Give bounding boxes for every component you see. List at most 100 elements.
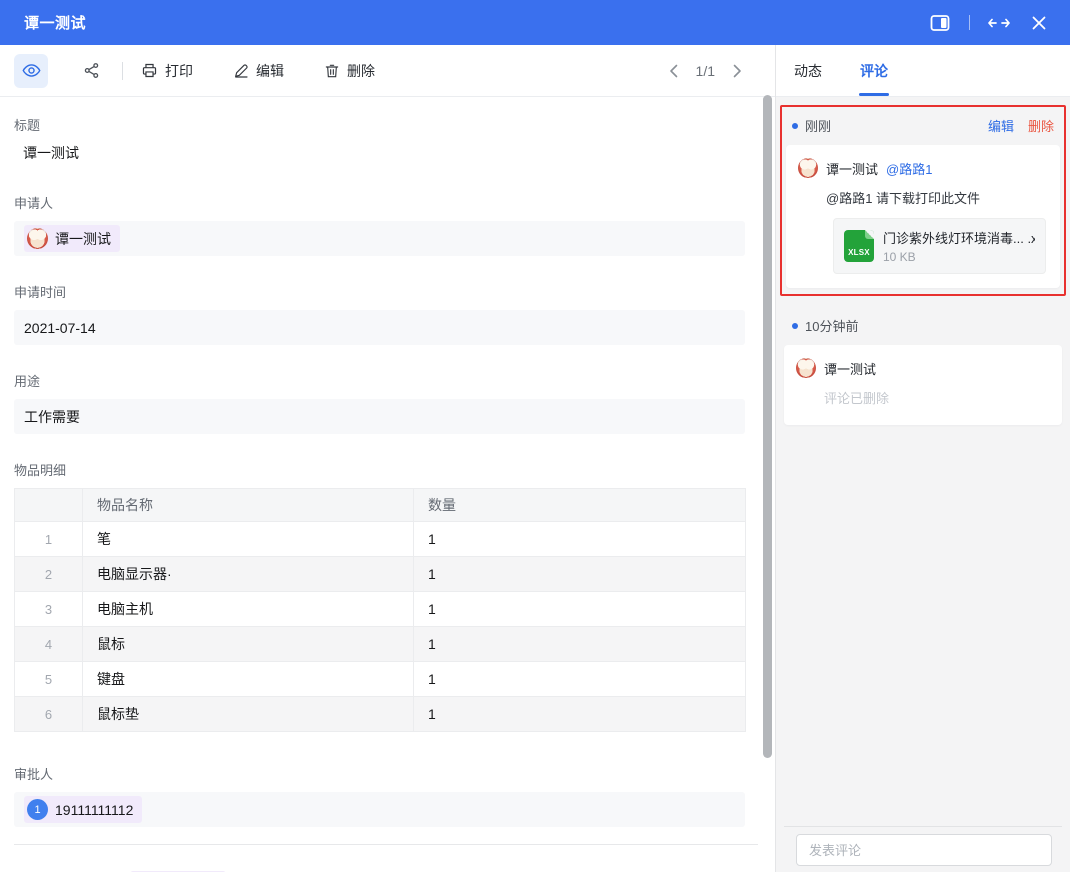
row-index: 6	[15, 697, 83, 732]
row-index: 4	[15, 627, 83, 662]
timeline-dot-icon	[792, 123, 798, 129]
comment-card: 谭一测试 评论已删除	[784, 345, 1062, 425]
pencil-icon	[233, 63, 249, 79]
expand-horizontal-icon[interactable]	[988, 12, 1010, 34]
items-table-header-row: 物品名称 数量	[15, 489, 746, 522]
comments-list: 刚刚 编辑 删除 谭一测试 @路路1 @路路1 请下载打印此文件	[776, 97, 1070, 826]
comments-sidebar: 动态 评论 刚刚 编辑 删除	[775, 45, 1070, 872]
items-table-label: 物品明细	[14, 460, 745, 479]
attachment-filename: 门诊紫外线灯环境消毒... .xlsx	[883, 228, 1035, 247]
comment-input[interactable]	[796, 834, 1052, 866]
field-label-date: 申请时间	[14, 282, 745, 301]
comment-header: 10分钟前	[784, 310, 1062, 341]
cell-quantity: 1	[414, 697, 746, 732]
comment-edit-link[interactable]: 编辑	[988, 116, 1014, 135]
comment-deleted-text: 评论已删除	[824, 388, 1050, 407]
cell-item-name: 电脑主机	[83, 592, 414, 627]
comment-composer	[784, 826, 1062, 872]
cell-quantity: 1	[414, 662, 746, 697]
print-label: 打印	[165, 61, 193, 81]
field-label-applicant: 申请人	[14, 193, 745, 212]
attachment-filesize: 10 KB	[883, 250, 1035, 264]
cell-quantity: 1	[414, 627, 746, 662]
comment-header: 刚刚 编辑 删除	[782, 107, 1064, 141]
items-table: 物品名称 数量 1 笔 1 2 电脑显示器· 1	[14, 488, 746, 732]
comment-card: 谭一测试 @路路1 @路路1 请下载打印此文件 XLSX 门诊紫外线灯环境消毒.…	[786, 145, 1060, 288]
prev-page-icon[interactable]	[666, 63, 682, 79]
comment-author: 谭一测试	[826, 159, 878, 178]
preview-button[interactable]	[14, 54, 48, 88]
cell-quantity: 1	[414, 557, 746, 592]
attachment-card[interactable]: XLSX 门诊紫外线灯环境消毒... .xlsx 10 KB	[833, 218, 1046, 274]
pagination: 1/1	[666, 63, 745, 79]
field-label-approver: 审批人	[14, 764, 745, 783]
print-button[interactable]: 打印	[141, 61, 193, 81]
edit-button[interactable]: 编辑	[233, 61, 284, 81]
window-title: 谭一测试	[24, 12, 86, 33]
row-index: 3	[15, 592, 83, 627]
printer-icon	[141, 62, 158, 79]
table-row: 4 鼠标 1	[15, 627, 746, 662]
xlsx-file-icon: XLSX	[844, 230, 874, 262]
header-quantity: 数量	[414, 489, 746, 522]
side-panel-toggle-icon[interactable]	[929, 12, 951, 34]
trash-icon	[324, 63, 340, 79]
share-icon	[83, 62, 100, 79]
timeline-dot-icon	[792, 323, 798, 329]
avatar	[796, 358, 816, 378]
vertical-scrollbar[interactable]	[763, 95, 772, 758]
field-value-purpose: 工作需要	[14, 399, 745, 434]
document-toolbar: 打印 编辑	[0, 45, 775, 97]
toolbar-divider	[122, 62, 123, 80]
delete-label: 删除	[347, 61, 375, 81]
table-row: 5 键盘 1	[15, 662, 746, 697]
header-index	[15, 489, 83, 522]
approver-chip[interactable]: 1 19111111112	[24, 796, 142, 823]
tab-activity[interactable]: 动态	[794, 45, 822, 96]
cell-quantity: 1	[414, 522, 746, 557]
avatar	[798, 158, 818, 178]
comment-delete-link[interactable]: 删除	[1028, 116, 1054, 135]
next-page-icon[interactable]	[729, 63, 745, 79]
comment-text: @路路1 请下载打印此文件	[826, 188, 1048, 207]
table-row: 3 电脑主机 1	[15, 592, 746, 627]
share-button[interactable]	[76, 56, 106, 86]
approver-name: 19111111112	[55, 802, 133, 818]
avatar	[27, 228, 48, 249]
approver-order-badge: 1	[27, 799, 48, 820]
close-icon[interactable]	[1028, 12, 1050, 34]
form-content: 标题 谭一测试 申请人 谭一测试 申请时间 2021-07-14 用途 工作需要…	[0, 115, 775, 872]
cell-quantity: 1	[414, 592, 746, 627]
cell-item-name: 键盘	[83, 662, 414, 697]
field-value-applicant: 谭一测试	[14, 221, 745, 256]
titlebar-divider	[969, 15, 970, 30]
comment-author: 谭一测试	[824, 359, 876, 378]
comment-section: 10分钟前 谭一测试 评论已删除	[780, 310, 1066, 425]
applicant-name: 谭一测试	[55, 229, 111, 249]
sidebar-tabs: 动态 评论	[776, 45, 1070, 97]
comment-mention[interactable]: @路路1	[886, 159, 932, 178]
cell-item-name: 鼠标垫	[83, 697, 414, 732]
cell-item-name: 电脑显示器·	[83, 557, 414, 592]
tab-comments[interactable]: 评论	[860, 45, 888, 96]
applicant-chip[interactable]: 谭一测试	[24, 225, 120, 252]
row-index: 2	[15, 557, 83, 592]
eye-icon	[22, 61, 41, 80]
footer-divider	[14, 844, 758, 845]
header-item-name: 物品名称	[83, 489, 414, 522]
row-index: 5	[15, 662, 83, 697]
page-indicator: 1/1	[696, 63, 715, 79]
comment-section-highlighted: 刚刚 编辑 删除 谭一测试 @路路1 @路路1 请下载打印此文件	[780, 105, 1066, 296]
document-panel: 打印 编辑	[0, 45, 775, 872]
field-value-date: 2021-07-14	[14, 310, 745, 345]
xlsx-file-type-label: XLSX	[848, 248, 870, 257]
table-row: 6 鼠标垫 1	[15, 697, 746, 732]
row-index: 1	[15, 522, 83, 557]
field-value-approver: 1 19111111112	[14, 792, 745, 827]
cell-item-name: 笔	[83, 522, 414, 557]
comment-time: 刚刚	[805, 116, 831, 135]
title-bar: 谭一测试	[0, 0, 1070, 45]
table-row: 2 电脑显示器· 1	[15, 557, 746, 592]
field-value-title: 谭一测试	[14, 143, 745, 163]
delete-button[interactable]: 删除	[324, 61, 375, 81]
